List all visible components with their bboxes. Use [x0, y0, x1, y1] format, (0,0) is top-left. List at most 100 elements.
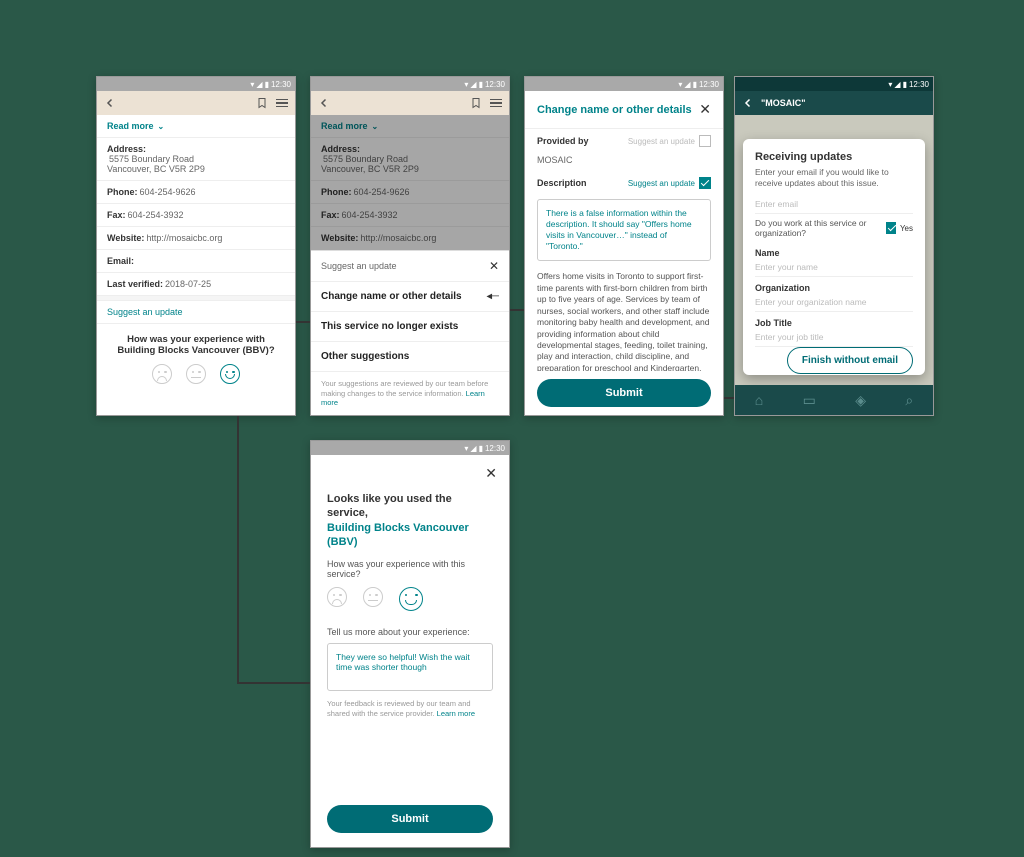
read-more-link[interactable]: Read more⌄	[97, 115, 295, 137]
fax-label: Fax:	[107, 210, 126, 220]
suggest-toggle-on[interactable]: Suggest an update	[628, 177, 711, 189]
close-icon[interactable]: ✕	[485, 465, 497, 482]
dialog-card: Receiving updates Enter your email if yo…	[743, 139, 925, 375]
checkbox-checked-icon[interactable]	[886, 222, 896, 234]
back-icon[interactable]	[317, 96, 331, 110]
signal-icon: ◢	[684, 80, 690, 89]
bookmark-icon[interactable]	[469, 96, 483, 110]
address-row: Address: 5575 Boundary Road Vancouver, B…	[97, 137, 295, 180]
content: Change name or other details ✕ Provided …	[525, 91, 723, 415]
content: Read more⌄ Address: 5575 Boundary Road V…	[97, 115, 295, 415]
phone-value: 604-254-9626	[140, 187, 196, 197]
battery-icon: ▮	[693, 80, 697, 89]
signal-icon: ◢	[470, 444, 476, 453]
wifi-icon: ▾	[464, 80, 468, 89]
submit-button[interactable]: Submit	[537, 379, 711, 407]
back-icon[interactable]	[741, 96, 755, 110]
description-body: Offers home visits in Toronto to support…	[525, 265, 723, 371]
screen-header: Change name or other details ✕	[525, 91, 723, 128]
sheet-item-no-longer-exists[interactable]: This service no longer exists	[311, 311, 509, 341]
dialog-intro: Enter your email if you would like to re…	[755, 167, 913, 189]
content: Receiving updates Enter your email if yo…	[735, 115, 933, 415]
wifi-icon: ▾	[888, 80, 892, 89]
sheet-title: Suggest an update	[321, 261, 397, 271]
signal-icon: ◢	[894, 80, 900, 89]
learn-more-link[interactable]: Learn more	[437, 709, 475, 718]
submit-button[interactable]: Submit	[327, 805, 493, 833]
bookmark-tab-icon[interactable]: ◈	[855, 392, 866, 409]
phone-label: Phone:	[107, 187, 138, 197]
face-happy-selected[interactable]	[220, 364, 240, 384]
face-sad[interactable]	[327, 587, 347, 607]
face-happy-selected[interactable]	[399, 587, 423, 611]
lastverified-label: Last verified:	[107, 279, 163, 289]
organization-field[interactable]: Enter your organization name	[755, 293, 913, 312]
wifi-icon: ▾	[464, 444, 468, 453]
close-icon[interactable]: ✕	[699, 101, 711, 118]
checkbox-checked-icon	[699, 177, 711, 189]
name-field[interactable]: Enter your name	[755, 258, 913, 277]
provided-by-label: Provided by	[537, 136, 589, 146]
work-here-label: Do you work at this service or organizat…	[755, 218, 886, 238]
page-title: Change name or other details	[537, 104, 692, 116]
close-icon[interactable]: ✕	[489, 259, 499, 273]
connector-line	[296, 321, 310, 323]
back-icon[interactable]	[103, 96, 117, 110]
screen-service-detail-sheet: ▾ ◢ ▮ 12:30 Read more⌄ Address: 5575 Bou…	[310, 76, 510, 416]
experience-question: How was your experience with Building Bl…	[97, 323, 295, 394]
menu-icon[interactable]	[275, 96, 289, 110]
website-label: Website:	[107, 233, 144, 243]
work-here-row: Do you work at this service or organizat…	[755, 218, 913, 238]
topbar	[97, 91, 295, 115]
phone-row: Phone: 604-254-9626	[97, 180, 295, 203]
face-sad[interactable]	[152, 364, 172, 384]
status-bar: ▾ ◢ ▮ 12:30	[97, 77, 295, 91]
finish-without-email-button[interactable]: Finish without email	[787, 347, 913, 374]
feedback-textarea[interactable]: They were so helpful! Wish the wait time…	[327, 643, 493, 691]
fax-value: 604-254-3932	[128, 210, 184, 220]
checkbox-icon	[699, 135, 711, 147]
sheet-item-change-details[interactable]: Change name or other details ◂─	[311, 281, 509, 311]
breadcrumb: "MOSAIC"	[761, 98, 927, 108]
correction-input[interactable]: There is a false information within the …	[537, 199, 711, 261]
book-icon[interactable]: ▭	[803, 392, 816, 409]
status-time: 12:30	[909, 80, 929, 89]
suggest-update-link[interactable]: Suggest an update	[97, 301, 295, 323]
yes-label: Yes	[900, 224, 913, 233]
jobtitle-field[interactable]: Enter your job title	[755, 328, 913, 347]
face-picker	[113, 364, 279, 384]
address-label: Address:	[107, 144, 146, 154]
connector-line	[724, 397, 734, 399]
email-label: Email:	[107, 256, 134, 266]
search-icon[interactable]: ⌕	[905, 392, 913, 409]
signal-icon: ◢	[470, 80, 476, 89]
sheet-note: Your suggestions are reviewed by our tea…	[311, 371, 509, 415]
connector-line	[237, 416, 239, 682]
face-neutral[interactable]	[186, 364, 206, 384]
close-row: ✕	[311, 455, 509, 482]
face-neutral[interactable]	[363, 587, 383, 607]
tabbar: ⌂ ▭ ◈ ⌕	[735, 385, 933, 415]
name-label: Name	[755, 248, 913, 258]
bottom-sheet: Suggest an update ✕ Change name or other…	[311, 250, 509, 415]
suggest-toggle-off[interactable]: Suggest an update	[628, 135, 711, 147]
feedback-question: How was your experience with this servic…	[327, 559, 493, 579]
connector-line	[510, 309, 524, 311]
battery-icon: ▮	[903, 80, 907, 89]
lastverified-row: Last verified: 2018-07-25	[97, 272, 295, 295]
menu-icon[interactable]	[489, 96, 503, 110]
fax-row: Fax: 604-254-3932	[97, 203, 295, 226]
screen-change-details: ▾ ◢ ▮ 12:30 Change name or other details…	[524, 76, 724, 416]
screen-receiving-updates: ▾ ◢ ▮ 12:30 "MOSAIC" Receiving updates E…	[734, 76, 934, 416]
battery-icon: ▮	[479, 80, 483, 89]
bookmark-icon[interactable]	[255, 96, 269, 110]
status-time: 12:30	[271, 80, 291, 89]
battery-icon: ▮	[479, 444, 483, 453]
sheet-header: Suggest an update ✕	[311, 251, 509, 281]
jobtitle-label: Job Title	[755, 318, 913, 328]
topbar	[311, 91, 509, 115]
email-field[interactable]: Enter email	[755, 195, 913, 214]
home-icon[interactable]: ⌂	[755, 392, 763, 408]
sheet-item-other[interactable]: Other suggestions	[311, 341, 509, 371]
address-value: 5575 Boundary Road Vancouver, BC V5R 2P9	[107, 154, 205, 174]
